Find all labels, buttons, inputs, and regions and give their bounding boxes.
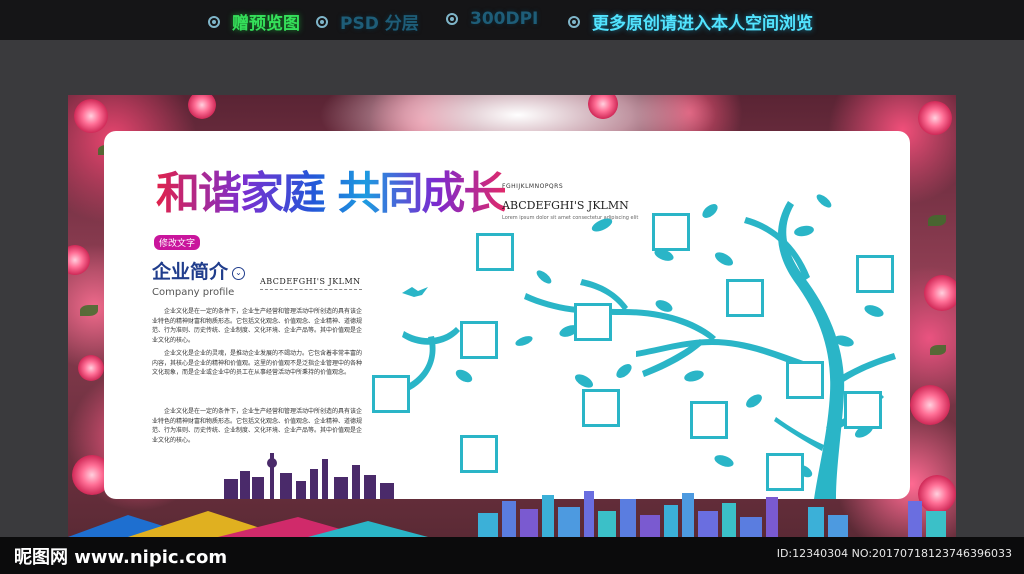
rose-decoration [188,95,216,119]
leaf-decoration [80,305,98,316]
poster-board: 和谐家庭 共同成长 修改文字 企业简介 ⌄ Company profile AB… [68,95,956,537]
photo-frame[interactable] [844,391,882,429]
photo-frame[interactable] [726,279,764,317]
topbar-item-label: 300DPI [470,9,539,29]
leaf-decoration [930,345,946,355]
top-bar: 赠预览图 PSD 分层 300DPI 更多原创请进入本人空间浏览 [0,0,1024,40]
topbar-item-preview[interactable]: 赠预览图 [208,9,300,34]
watermark-footer: 昵图网 www.nipic.com ID:12340304 NO:2017071… [0,537,1024,574]
topbar-item-label: 更多原创请进入本人空间浏览 [592,14,813,34]
photo-frame[interactable] [690,401,728,439]
rose-decoration [910,385,950,425]
city-skyline-right [478,491,946,537]
photo-frame[interactable] [460,321,498,359]
image-id-text: ID:12340304 NO:20170718123746396033 [776,547,1012,560]
topbar-item-more[interactable]: 更多原创请进入本人空间浏览 [568,9,813,34]
rose-decoration [924,275,956,311]
content-panel: 和谐家庭 共同成长 修改文字 企业简介 ⌄ Company profile AB… [104,131,910,499]
circle-bullet-icon [568,15,580,28]
family-tree-illustration [402,194,896,499]
rose-decoration [68,245,90,275]
topbar-item-dpi[interactable]: 300DPI [446,9,538,29]
photo-frame[interactable] [856,255,894,293]
leaf-decoration [928,215,946,226]
rose-decoration [74,99,108,133]
topbar-item-psd[interactable]: PSD 分层 [316,9,419,34]
rose-decoration [918,101,952,135]
photo-frame[interactable] [460,435,498,473]
photo-frame[interactable] [476,233,514,271]
circle-bullet-icon [446,13,458,25]
photo-frame[interactable] [652,213,690,251]
photo-frame[interactable] [582,389,620,427]
photo-frame[interactable] [786,361,824,399]
city-skyline-left [224,453,394,499]
photo-frame[interactable] [372,375,410,413]
photo-frame[interactable] [766,453,804,491]
rose-decoration [78,355,104,381]
topbar-item-label: 赠预览图 [232,14,300,34]
bird-icon [402,287,428,297]
photo-frame[interactable] [574,303,612,341]
site-logo: 昵图网 www.nipic.com [14,547,228,568]
circle-bullet-icon [316,15,328,28]
topbar-item-label: PSD 分层 [340,14,419,34]
ribbon-decoration [68,511,428,537]
circle-bullet-icon [208,15,220,28]
